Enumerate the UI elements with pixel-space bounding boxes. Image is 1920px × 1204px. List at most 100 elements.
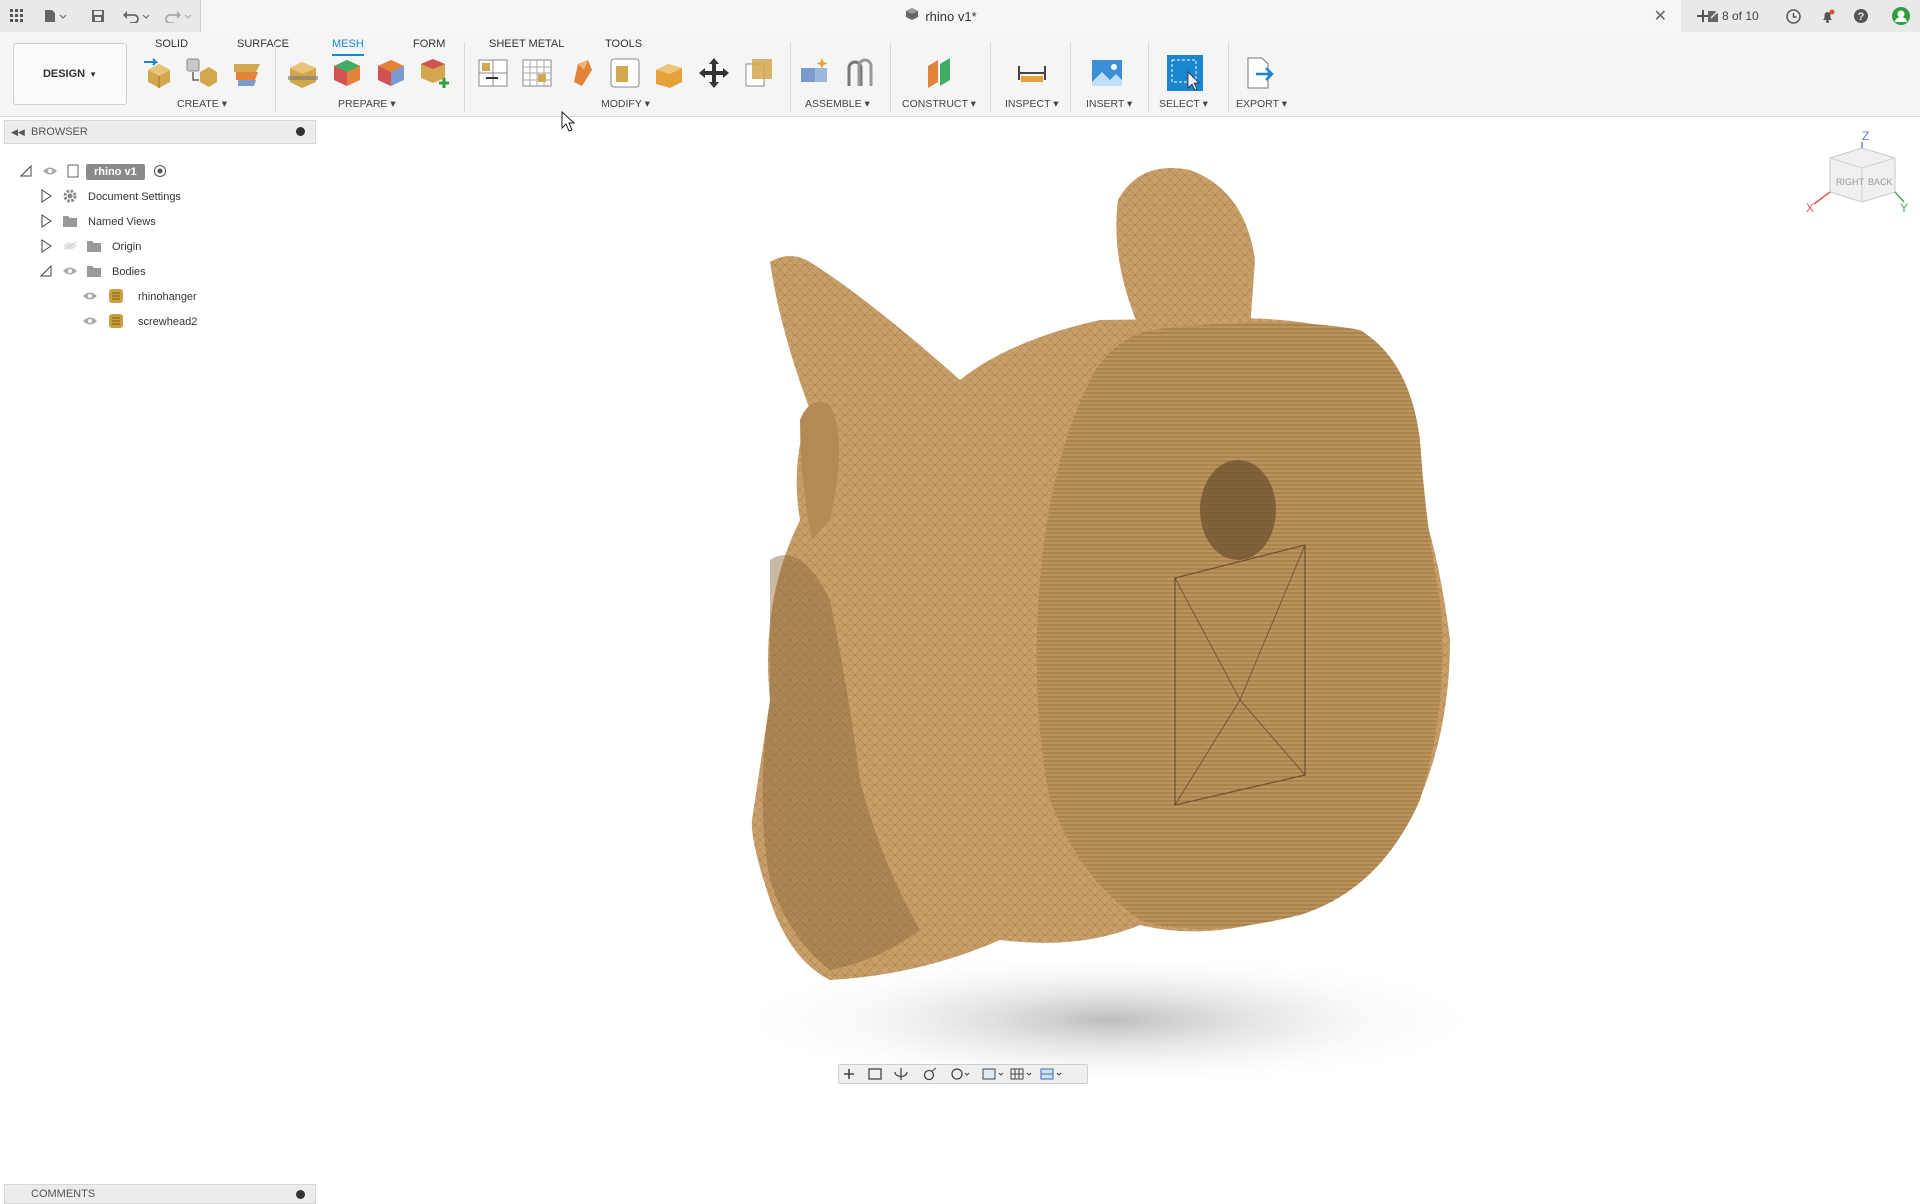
help-icon[interactable]: ? [1850,0,1872,32]
visibility-eye-icon[interactable] [82,291,98,304]
document-tab[interactable]: rhino v1* ✕ [200,0,1681,32]
activate-radio-icon[interactable] [153,164,167,181]
tree-row-bodies[interactable]: Bodies [40,261,146,283]
display-settings-icon[interactable] [983,1069,1003,1079]
browser-title: BROWSER [31,121,88,143]
tree-row-named-views[interactable]: Named Views [40,211,156,233]
expand-triangle-icon[interactable] [40,189,52,206]
export-group-label[interactable]: EXPORT ▾ [1236,98,1287,110]
save-icon[interactable] [88,0,108,32]
inspect-group-label[interactable]: INSPECT ▾ [1005,98,1059,110]
expand-triangle-icon[interactable] [40,239,52,256]
joint-icon[interactable] [843,56,877,90]
visibility-eye-hidden-icon[interactable] [62,241,78,254]
combine-face-groups-icon[interactable] [374,56,408,90]
browser-header[interactable]: ◀◀ BROWSER [4,120,316,144]
tree-row-body-screwhead2[interactable]: screwhead2 [82,311,197,333]
create-group-label[interactable]: CREATE ▾ [177,98,227,110]
ribbon-divider [275,42,276,112]
collapse-triangle-icon[interactable] [20,165,32,180]
look-at-icon[interactable] [869,1069,881,1079]
convert-mesh-icon[interactable] [418,56,452,90]
screw-hole[interactable] [1200,460,1276,560]
scale-mesh-icon[interactable] [742,56,776,90]
remesh-icon[interactable] [476,56,510,90]
view-cube[interactable]: Z RIGHT BACK X Y [1800,128,1910,228]
tree-row-document-settings[interactable]: Document Settings [40,186,181,208]
title-bar: rhino v1* ✕ 8 of 10 ? [0,0,1920,33]
collapse-triangle-icon[interactable] [40,265,52,280]
job-status-icon[interactable] [1704,0,1722,32]
generate-face-groups-icon[interactable] [330,56,364,90]
move-copy-icon[interactable] [697,56,731,90]
visibility-eye-icon[interactable] [62,266,78,279]
comments-header[interactable]: COMMENTS [4,1184,316,1204]
ribbon-divider [1070,42,1071,112]
tree-row-origin[interactable]: Origin [40,236,141,258]
insert-image-icon[interactable] [1090,56,1124,90]
notifications-icon[interactable] [1816,0,1838,32]
fit-icon[interactable] [952,1069,969,1079]
tab-tools[interactable]: TOOLS [605,34,642,54]
workspace-switcher[interactable]: DESIGN ▼ [13,43,127,105]
redo-icon[interactable] [162,0,194,32]
insert-group-label[interactable]: INSERT ▾ [1086,98,1132,110]
pin-panel-icon[interactable] [296,127,305,136]
plane-cut-icon[interactable] [286,56,320,90]
expand-triangle-icon[interactable] [40,214,52,231]
view-cube-right-face[interactable]: RIGHT [1836,177,1865,187]
construct-group-label[interactable]: CONSTRUCT ▾ [902,98,976,110]
new-component-icon[interactable] [798,56,832,90]
tab-mesh[interactable]: MESH [332,34,364,56]
select-icon[interactable] [1166,54,1204,92]
modify-group-label[interactable]: MODIFY ▾ [601,98,650,110]
zoom-icon[interactable] [925,1068,937,1080]
tab-sheet-metal[interactable]: SHEET METAL [489,34,564,54]
select-group-label[interactable]: SELECT ▾ [1159,98,1208,110]
pan-icon[interactable] [895,1068,907,1080]
orbit-icon[interactable] [844,1069,854,1079]
assemble-group-label[interactable]: ASSEMBLE ▾ [805,98,870,110]
reduce-icon[interactable] [520,56,554,90]
axis-x-label: X [1806,201,1814,215]
folder-icon [86,239,102,256]
mouse-cursor-icon [561,111,577,133]
measure-icon[interactable] [1015,56,1049,90]
document-icon [905,7,919,26]
apps-grid-icon[interactable] [6,0,28,32]
tab-form[interactable]: FORM [413,34,445,54]
tab-surface[interactable]: SURFACE [237,34,289,54]
viewports-icon[interactable] [1041,1069,1061,1079]
tree-row-body-rhinohanger[interactable]: rhinohanger [82,286,197,308]
document-icon [66,164,80,181]
file-menu-icon[interactable] [40,0,70,32]
canvas-viewport[interactable] [316,117,1920,1080]
user-avatar[interactable] [1888,0,1914,32]
view-cube-back-face[interactable]: BACK [1868,177,1893,187]
tree-row-root[interactable]: rhino v1 [20,161,167,183]
visibility-eye-icon[interactable] [42,166,58,179]
close-tab-icon[interactable]: ✕ [1654,6,1667,26]
tree-label: Bodies [112,266,146,278]
create-face-groups-icon[interactable] [230,56,264,90]
collapse-panel-icon[interactable]: ◀◀ [11,121,25,143]
ribbon-divider [890,42,891,112]
navigation-toolbar [838,1064,1088,1084]
visibility-eye-icon[interactable] [82,316,98,329]
erase-and-fill-icon[interactable] [566,56,600,90]
grid-settings-icon[interactable] [1011,1069,1031,1079]
toolbar-ribbon: DESIGN ▼ SOLID SURFACE MESH FORM SHEET M… [0,32,1920,117]
offset-plane-icon[interactable] [922,56,956,90]
mesh-body-rhinohanger[interactable] [752,168,1450,980]
insert-mesh-icon[interactable] [142,56,176,90]
job-count[interactable]: 8 of 10 [1722,0,1759,32]
prepare-group-label[interactable]: PREPARE ▾ [338,98,396,110]
tessellate-icon[interactable] [184,56,218,90]
reverse-normal-icon[interactable] [652,56,686,90]
tab-solid[interactable]: SOLID [155,34,188,54]
add-comment-icon[interactable] [296,1190,305,1199]
export-icon[interactable] [1242,56,1276,90]
smooth-icon[interactable] [608,56,642,90]
clock-icon[interactable] [1782,0,1804,32]
undo-icon[interactable] [120,0,152,32]
